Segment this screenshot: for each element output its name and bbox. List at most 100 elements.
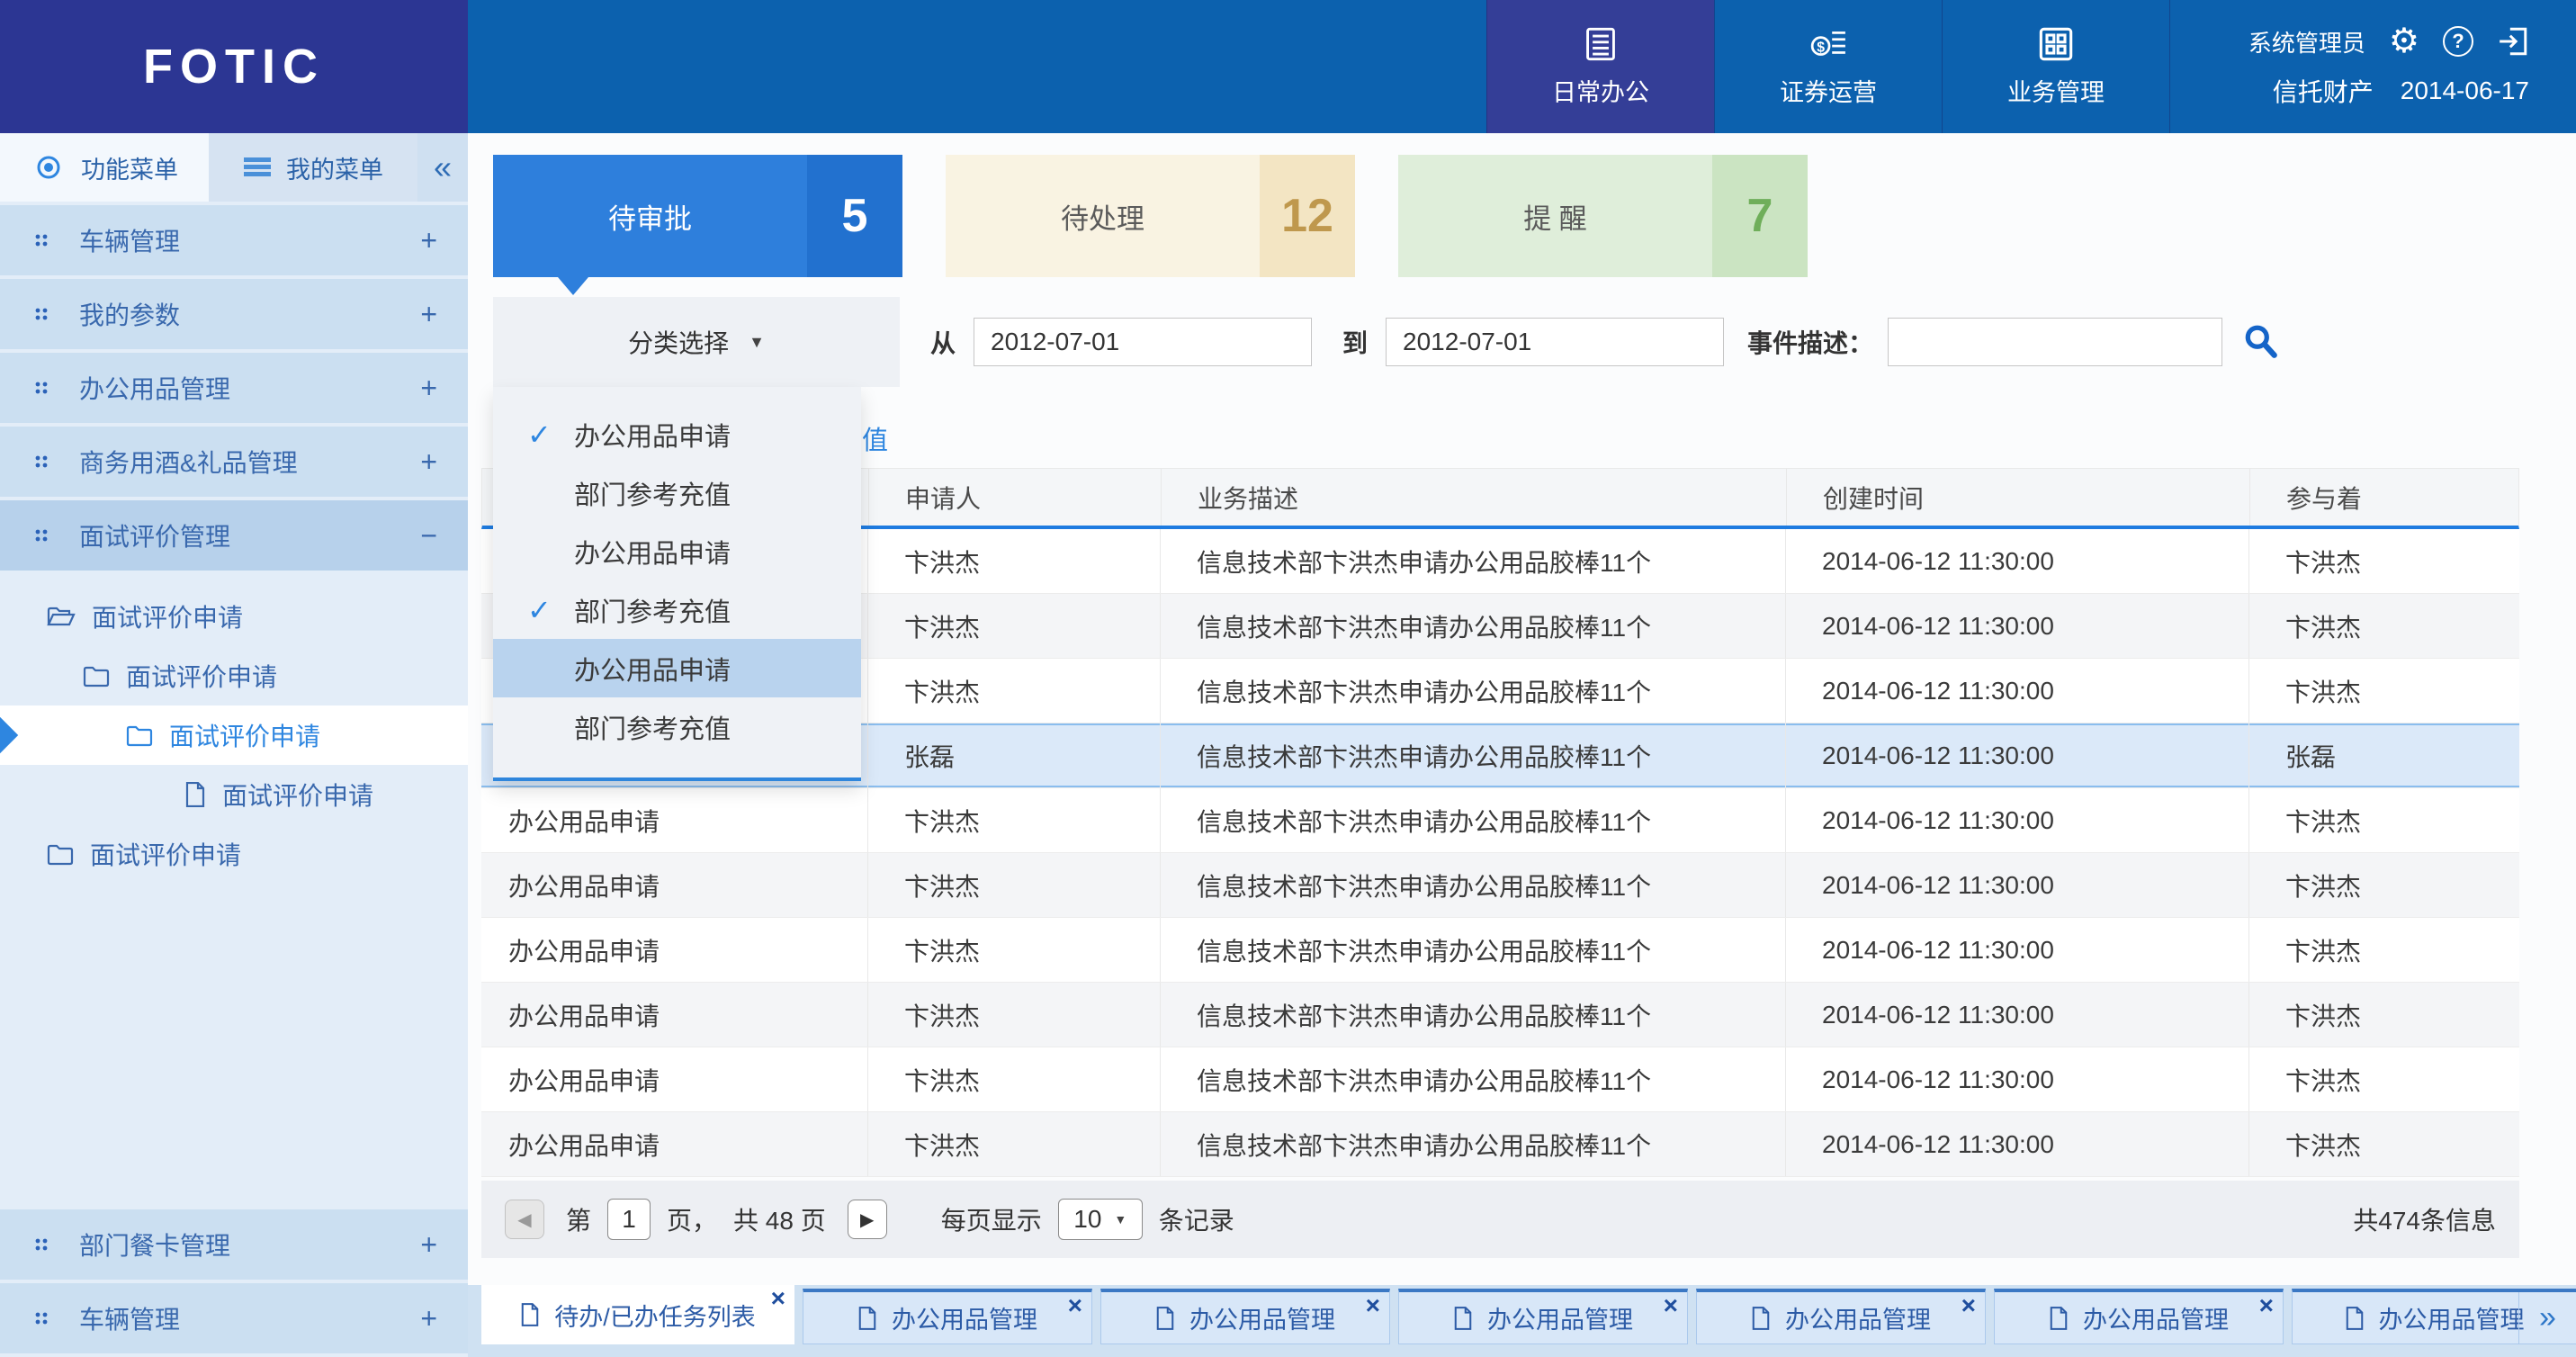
tab-overflow-icon[interactable]: » [2518,1292,2576,1344]
page-label-before: 第 [566,1201,591,1237]
next-page-button[interactable]: ▶ [848,1200,887,1239]
gear-icon[interactable]: ⚙ [2389,24,2419,58]
bottom-tab-office-supplies[interactable]: 办公用品管理 × [803,1289,1092,1344]
tab-my-label: 我的菜单 [286,150,383,185]
svg-text:$: $ [1817,40,1825,55]
cell-participant: 卞洪杰 [2249,529,2519,593]
table-row[interactable]: 办公用品申请 卞洪杰 信息技术部卞洪杰申请办公用品胶棒11个 2014-06-1… [481,788,2519,853]
bottom-tab-office-supplies[interactable]: 办公用品管理 × [1994,1289,2284,1344]
expand-plus-icon[interactable]: + [420,1302,437,1335]
cell-created: 2014-06-12 11:30:00 [1786,723,2249,787]
dropdown-item[interactable]: ✓ 部门参考充值 [493,463,861,522]
collapse-minus-icon[interactable]: − [420,519,437,553]
subitem-interview-eval-request[interactable]: 面试评价申请 [0,824,468,884]
workspace-label[interactable]: 信托财产 [2273,73,2374,109]
close-icon[interactable]: × [1068,1293,1082,1318]
dropdown-item-highlighted[interactable]: ✓ 办公用品申请 [493,639,861,697]
close-icon[interactable]: × [1961,1293,1976,1318]
stat-card-pending-process[interactable]: 待处理 12 [946,155,1355,277]
page-number-input[interactable] [607,1199,651,1240]
per-page-value: 10 [1073,1205,1101,1234]
event-desc-input[interactable] [1888,318,2222,366]
stat-card-reminder[interactable]: 提 醒 7 [1398,155,1808,277]
subitem-interview-eval-request-active[interactable]: 面试评价申请 [0,705,468,765]
expand-plus-icon[interactable]: + [420,298,437,331]
subitem-interview-eval-request[interactable]: 面试评价申请 [0,765,468,824]
table-row[interactable]: 办公用品申请 卞洪杰 信息技术部卞洪杰申请办公用品胶棒11个 2014-06-1… [481,853,2519,918]
table-row[interactable]: 办公用品申请 卞洪杰 信息技术部卞洪杰申请办公用品胶棒11个 2014-06-1… [481,983,2519,1047]
dropdown-item[interactable]: ✓ 办公用品申请 [493,522,861,580]
subitem-label: 面试评价申请 [126,658,277,694]
dropdown-item-label: 部门参考充值 [574,474,731,512]
dropdown-item[interactable]: ✓ 部门参考充值 [493,697,861,756]
page-icon [2049,1306,2069,1331]
subitem-interview-eval-request[interactable]: 面试评价申请 [0,646,468,705]
dropdown-item-label: 部门参考充值 [574,708,731,746]
table-row[interactable]: 办公用品申请 卞洪杰 信息技术部卞洪杰申请办公用品胶棒11个 2014-06-1… [481,1047,2519,1112]
tab-my-menu[interactable]: 我的菜单 [209,133,417,202]
category-select-label: 分类选择 [628,324,729,360]
sidebar-item-vehicle-mgmt-2[interactable]: 车辆管理 + [0,1283,468,1353]
tab-function-menu[interactable]: 功能菜单 [0,133,209,202]
sidebar-item-business-wine-gifts[interactable]: 商务用酒&礼品管理 + [0,427,468,497]
cell-description: 信息技术部卞洪杰申请办公用品胶棒11个 [1161,983,1786,1047]
close-icon[interactable]: × [1366,1293,1380,1318]
top-nav-business[interactable]: 业务管理 [1942,0,2169,133]
help-icon[interactable]: ? [2443,26,2473,57]
prev-page-button[interactable]: ◀ [505,1200,544,1239]
sidebar-item-interview-eval-mgmt[interactable]: 面试评价管理 − [0,500,468,571]
close-icon[interactable]: × [771,1286,785,1311]
cell-participant: 卞洪杰 [2249,983,2519,1047]
subitem-interview-eval-request[interactable]: 面试评价申请 [0,587,468,646]
bottom-tab-office-supplies[interactable]: 办公用品管理 × [1696,1289,1986,1344]
cell-created: 2014-06-12 11:30:00 [1786,1047,2249,1111]
cell-description: 信息技术部卞洪杰申请办公用品胶棒11个 [1161,788,1786,852]
dropdown-item-label: 办公用品申请 [574,533,731,571]
cell-applicant: 卞洪杰 [868,1047,1161,1111]
fotic-logo: FOTIC [0,0,468,133]
sidebar-item-vehicle-mgmt[interactable]: 车辆管理 + [0,205,468,275]
grip-icon [34,381,49,395]
dropdown-item-label: 办公用品申请 [574,650,731,687]
close-icon[interactable]: × [1664,1293,1678,1318]
expand-plus-icon[interactable]: + [420,445,437,479]
current-user: 系统管理员 [2248,25,2365,58]
table-row[interactable]: 办公用品申请 卞洪杰 信息技术部卞洪杰申请办公用品胶棒11个 2014-06-1… [481,918,2519,983]
category-select-button[interactable]: 分类选择 ▼ [493,297,900,387]
sidebar-item-office-supplies[interactable]: 办公用品管理 + [0,353,468,423]
cell-participant: 卞洪杰 [2249,853,2519,917]
date-to-input[interactable] [1386,318,1724,366]
sidebar-item-label: 办公用品管理 [79,370,420,406]
stat-label: 待审批 [493,155,807,277]
subitem-label: 面试评价申请 [222,777,373,813]
per-page-suffix: 条记录 [1159,1201,1234,1237]
event-desc-label: 事件描述： [1747,324,1873,360]
sidebar-item-label: 商务用酒&礼品管理 [79,444,420,480]
cell-description: 信息技术部卞洪杰申请办公用品胶棒11个 [1161,1047,1786,1111]
stat-card-pending-approval[interactable]: 待审批 5 [493,155,902,277]
close-icon[interactable]: × [2259,1293,2274,1318]
expand-plus-icon[interactable]: + [420,1228,437,1262]
cell-created: 2014-06-12 11:30:00 [1786,659,2249,723]
sidebar-item-dept-mealcard-mgmt[interactable]: 部门餐卡管理 + [0,1209,468,1280]
expand-plus-icon[interactable]: + [420,224,437,257]
header-user-area: 系统管理员 ⚙ ? 信托财产 2014-06-17 [2169,0,2576,133]
bottom-tab-office-supplies[interactable]: 办公用品管理 × [1100,1289,1390,1344]
top-nav-daily-office[interactable]: 日常办公 [1486,0,1714,133]
sidebar-collapse-button[interactable]: « [417,133,468,202]
bottom-tab-label: 办公用品管理 [1785,1300,1931,1335]
table-row[interactable]: 办公用品申请 卞洪杰 信息技术部卞洪杰申请办公用品胶棒11个 2014-06-1… [481,1112,2519,1177]
expand-plus-icon[interactable]: + [420,372,437,405]
bottom-tab-office-supplies[interactable]: 办公用品管理 × [1398,1289,1688,1344]
bottom-tab-office-supplies[interactable]: 办公用品管理 » [2292,1289,2576,1344]
top-nav-securities[interactable]: $ 证券运营 [1714,0,1942,133]
sidebar-item-my-params[interactable]: 我的参数 + [0,279,468,349]
chevron-down-icon: ▼ [749,333,765,352]
bottom-tab-task-list[interactable]: 待办/已办任务列表 × [481,1285,794,1344]
dropdown-item[interactable]: ✓ 部门参考充值 [493,580,861,639]
dropdown-item[interactable]: ✓ 办公用品申请 [493,405,861,463]
per-page-select[interactable]: 10 ▼ [1058,1199,1143,1240]
search-button[interactable] [2242,323,2280,361]
logout-icon[interactable] [2497,25,2529,58]
date-from-input[interactable] [974,318,1312,366]
